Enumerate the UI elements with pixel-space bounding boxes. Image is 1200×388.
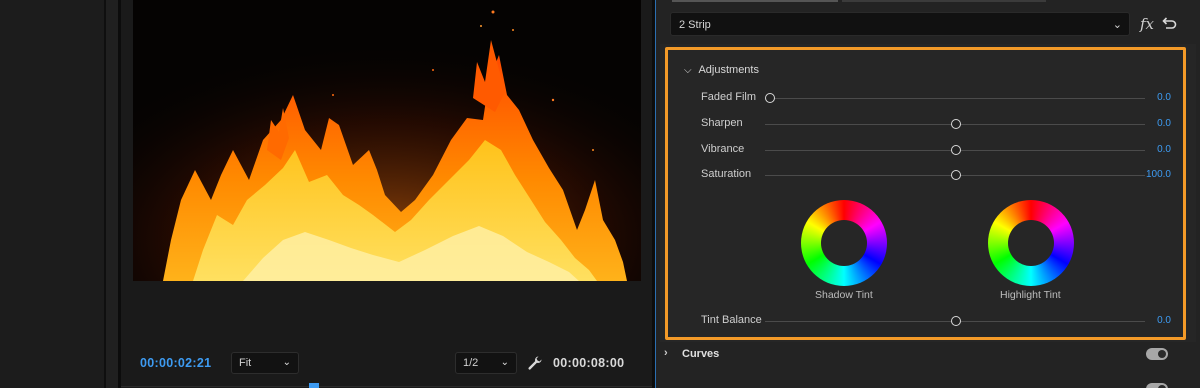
slider-faded-film[interactable]: Faded Film 0.0	[701, 91, 1171, 107]
look-preset-select[interactable]: 2 Strip ⌄	[670, 12, 1130, 36]
wrench-icon[interactable]	[527, 355, 543, 371]
slider-label: Sharpen	[701, 117, 743, 129]
chevron-down-icon: ⌄	[500, 357, 509, 368]
shadow-tint-wheel[interactable]	[801, 200, 891, 290]
highlight-tint-label: Highlight Tint	[1000, 289, 1061, 301]
slider-value[interactable]: 0.0	[1157, 315, 1171, 326]
slider-knob[interactable]	[765, 93, 775, 103]
tab-indicator-creative[interactable]	[842, 0, 1046, 2]
zoom-level-value: Fit	[239, 357, 252, 369]
adjustments-title: Adjustments	[698, 64, 759, 76]
slider-saturation[interactable]: Saturation 100.0	[701, 168, 1171, 184]
slider-tint-balance[interactable]: Tint Balance 0.0	[701, 314, 1171, 330]
adjustments-header[interactable]: ⌵ Adjustments	[684, 64, 759, 76]
slider-knob[interactable]	[951, 119, 961, 129]
curves-enable-toggle[interactable]	[1146, 348, 1168, 360]
slider-track[interactable]	[765, 98, 1145, 99]
slider-label: Vibrance	[701, 143, 745, 155]
slider-value[interactable]: 100.0	[1146, 169, 1171, 180]
tab-indicator-basic[interactable]	[672, 0, 838, 2]
shadow-tint-label: Shadow Tint	[815, 289, 873, 301]
slider-label: Tint Balance	[701, 314, 762, 326]
chevron-down-icon: ⌵	[684, 65, 692, 76]
project-panel	[0, 0, 104, 388]
section-enable-toggle[interactable]	[1146, 383, 1168, 388]
slider-label: Faded Film	[701, 91, 757, 103]
slider-knob[interactable]	[951, 145, 961, 155]
slider-label: Saturation	[701, 168, 752, 180]
color-wheel[interactable]	[801, 200, 887, 286]
slider-value[interactable]: 0.0	[1157, 118, 1171, 129]
slider-value[interactable]: 0.0	[1157, 92, 1171, 103]
slider-knob[interactable]	[951, 316, 961, 326]
lumetri-panel: 2 Strip ⌄ fx ⌵ Adjustments Faded Film 0.…	[656, 0, 1200, 388]
slider-value[interactable]: 0.0	[1157, 144, 1171, 155]
curves-section-header[interactable]: › Curves	[664, 347, 1184, 363]
next-section-header[interactable]	[664, 380, 1184, 388]
program-monitor: 00:00:02:21 Fit ⌄ 1/2 ⌄ 00:00:08:00	[118, 0, 655, 388]
chevron-down-icon: ⌄	[282, 357, 291, 368]
video-preview-fire[interactable]	[133, 0, 641, 281]
look-preset-value: 2 Strip	[679, 19, 711, 31]
slider-sharpen[interactable]: Sharpen 0.0	[701, 117, 1171, 133]
curves-title: Curves	[682, 348, 720, 360]
zoom-level-select[interactable]: Fit ⌄	[231, 352, 299, 374]
slider-vibrance[interactable]: Vibrance 0.0	[701, 143, 1171, 159]
duration-timecode: 00:00:08:00	[553, 356, 625, 370]
playhead-marker[interactable]	[309, 383, 319, 388]
current-timecode[interactable]: 00:00:02:21	[140, 356, 211, 370]
slider-knob[interactable]	[951, 170, 961, 180]
panel-gutter	[106, 0, 118, 388]
fire-image	[133, 0, 641, 281]
timeline-ruler[interactable]	[121, 386, 655, 387]
color-wheel[interactable]	[988, 200, 1074, 286]
fx-icon[interactable]: fx	[1140, 15, 1154, 33]
highlight-tint-wheel[interactable]	[988, 200, 1078, 290]
playback-resolution-value: 1/2	[463, 357, 479, 369]
chevron-right-icon: ›	[664, 347, 668, 359]
chevron-down-icon: ⌄	[1112, 19, 1122, 31]
playback-resolution-select[interactable]: 1/2 ⌄	[455, 352, 517, 374]
reset-icon[interactable]	[1161, 16, 1177, 30]
